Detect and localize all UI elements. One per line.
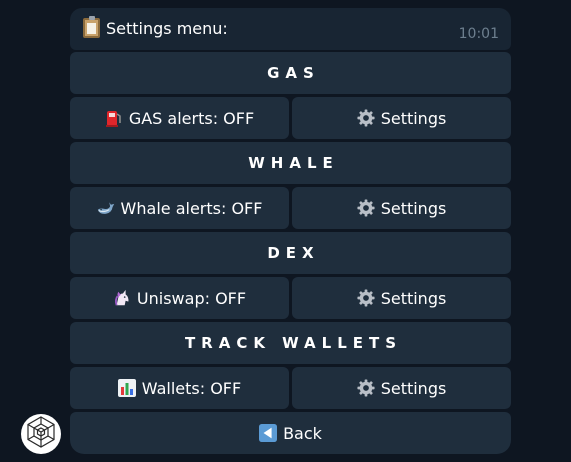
whale-settings-button[interactable]: Settings (292, 187, 511, 229)
gas-alerts-label: GAS alerts: OFF (128, 108, 255, 128)
gear-icon (357, 289, 375, 307)
gear-icon (357, 379, 375, 397)
back-arrow-icon (259, 424, 278, 442)
whale-header-button[interactable]: WHALE (70, 142, 511, 184)
gear-icon (357, 109, 375, 127)
whale-header-label: WHALE (248, 154, 339, 172)
wallets-settings-button[interactable]: Settings (292, 367, 511, 409)
message-bubble: Settings menu: 10:01 (70, 8, 511, 50)
dex-header-button[interactable]: DEX (70, 232, 511, 274)
gas-header-label: GAS (267, 64, 320, 82)
chat-view: Settings menu: 10:01 GAS GAS alerts: OFF… (0, 0, 571, 462)
back-label: Back (283, 423, 322, 443)
inline-keyboard: GAS GAS alerts: OFF Settings WHALE Whale… (70, 52, 511, 457)
whale-alerts-label: Whale alerts: OFF (120, 198, 263, 218)
fuel-pump-icon (105, 109, 123, 127)
clipboard-icon (83, 16, 100, 38)
gas-settings-label: Settings (380, 108, 447, 128)
track-wallets-header-button[interactable]: TRACK WALLETS (70, 322, 511, 364)
bot-avatar[interactable] (21, 414, 61, 454)
gas-header-button[interactable]: GAS (70, 52, 511, 94)
wallets-label: Wallets: OFF (141, 378, 242, 398)
wallets-settings-label: Settings (380, 378, 447, 398)
whale-alerts-button[interactable]: Whale alerts: OFF (70, 187, 289, 229)
message-text: Settings menu: (106, 18, 228, 38)
message-content: Settings menu: (83, 16, 228, 38)
dex-settings-button[interactable]: Settings (292, 277, 511, 319)
wallets-button[interactable]: Wallets: OFF (70, 367, 289, 409)
track-wallets-header-label: TRACK WALLETS (184, 334, 403, 352)
back-button[interactable]: Back (70, 412, 511, 454)
gas-settings-button[interactable]: Settings (292, 97, 511, 139)
message-time: 10:01 (458, 26, 499, 42)
uniswap-label: Uniswap: OFF (136, 288, 247, 308)
dex-header-label: DEX (267, 244, 320, 262)
dex-settings-label: Settings (380, 288, 447, 308)
gear-icon (357, 199, 375, 217)
cube-logo-icon (24, 415, 58, 453)
unicorn-icon (113, 289, 131, 307)
gas-alerts-button[interactable]: GAS alerts: OFF (70, 97, 289, 139)
whale-settings-label: Settings (380, 198, 447, 218)
bar-chart-icon (117, 379, 136, 397)
uniswap-button[interactable]: Uniswap: OFF (70, 277, 289, 319)
whale-icon (97, 199, 115, 217)
